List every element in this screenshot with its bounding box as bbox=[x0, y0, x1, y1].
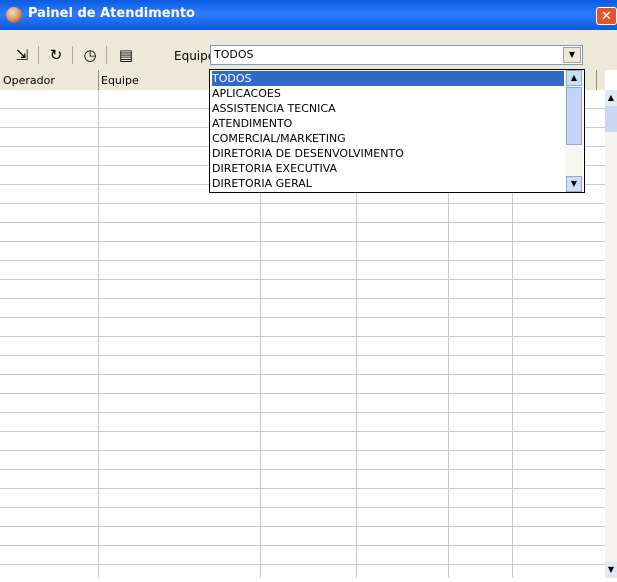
dropdown-option-diretoria-desenvolvimento[interactable]: DIRETORIA DE DESENVOLVIMENTO bbox=[212, 146, 564, 161]
grid-row-line bbox=[0, 241, 605, 242]
column-divider[interactable] bbox=[596, 70, 597, 90]
dropdown-scroll-down-icon[interactable]: ▼ bbox=[566, 176, 582, 192]
toolbar-separator bbox=[38, 46, 39, 64]
grid-row-line bbox=[0, 412, 605, 413]
grid-row-line bbox=[0, 488, 605, 489]
grid-row-line bbox=[0, 393, 605, 394]
close-button[interactable]: ✕ bbox=[596, 7, 617, 25]
grid-row-line bbox=[0, 507, 605, 508]
grid-column-line bbox=[98, 90, 99, 578]
scrollbar-thumb[interactable] bbox=[605, 106, 617, 132]
chevron-down-icon[interactable]: ▼ bbox=[563, 47, 581, 63]
grid-row-line bbox=[0, 222, 605, 223]
grid-row-line bbox=[0, 545, 605, 546]
dropdown-option-comercial-marketing[interactable]: COMERCIAL/MARKETING bbox=[212, 131, 564, 146]
grid-row-line bbox=[0, 526, 605, 527]
grid-row-line bbox=[0, 564, 605, 565]
grid-row-line bbox=[0, 279, 605, 280]
dropdown-option-diretoria-executiva[interactable]: DIRETORIA EXECUTIVA bbox=[212, 161, 564, 176]
toolbar-separator bbox=[72, 46, 73, 64]
dropdown-option-todos[interactable]: TODOS bbox=[212, 71, 564, 86]
dropdown-option-aplicacoes[interactable]: APLICACOES bbox=[212, 86, 564, 101]
equipe-combobox[interactable]: TODOS bbox=[210, 45, 583, 65]
column-divider[interactable] bbox=[98, 70, 99, 90]
grid-row-line bbox=[0, 469, 605, 470]
timer-icon[interactable]: ◷ bbox=[78, 44, 102, 66]
dropdown-option-atendimento[interactable]: ATENDIMENTO bbox=[212, 116, 564, 131]
refresh-icon[interactable]: ↻ bbox=[44, 44, 68, 66]
scroll-up-icon[interactable]: ▲ bbox=[605, 90, 617, 106]
properties-icon[interactable]: ▤ bbox=[114, 44, 138, 66]
column-header-equipe[interactable]: Equipe bbox=[101, 74, 139, 87]
window-title: Painel de Atendimento bbox=[28, 6, 195, 21]
grid-row-line bbox=[0, 260, 605, 261]
dropdown-scrollbar-thumb[interactable] bbox=[566, 87, 582, 145]
grid-row-line bbox=[0, 298, 605, 299]
grid-row-line bbox=[0, 317, 605, 318]
grid-row-line bbox=[0, 355, 605, 356]
equipe-label: Equipe bbox=[174, 49, 216, 63]
exit-door-icon[interactable]: ⇲ bbox=[10, 44, 34, 66]
dropdown-option-assistencia-tecnica[interactable]: ASSISTENCIA TECNICA bbox=[212, 101, 564, 116]
grid-row-line bbox=[0, 450, 605, 451]
grid-row-line bbox=[0, 203, 605, 204]
grid-row-line bbox=[0, 374, 605, 375]
equipe-combobox-value: TODOS bbox=[214, 48, 254, 61]
column-header-operador[interactable]: Operador bbox=[3, 74, 55, 87]
grid-vertical-scrollbar[interactable] bbox=[605, 90, 617, 578]
grid-row-line bbox=[0, 336, 605, 337]
scroll-down-icon[interactable]: ▼ bbox=[605, 562, 617, 578]
grid-row-line bbox=[0, 431, 605, 432]
dropdown-scroll-up-icon[interactable]: ▲ bbox=[566, 70, 582, 86]
dropdown-option-diretoria-geral[interactable]: DIRETORIA GERAL bbox=[212, 176, 564, 191]
toolbar-separator bbox=[106, 46, 107, 64]
operator-icon bbox=[6, 7, 22, 23]
